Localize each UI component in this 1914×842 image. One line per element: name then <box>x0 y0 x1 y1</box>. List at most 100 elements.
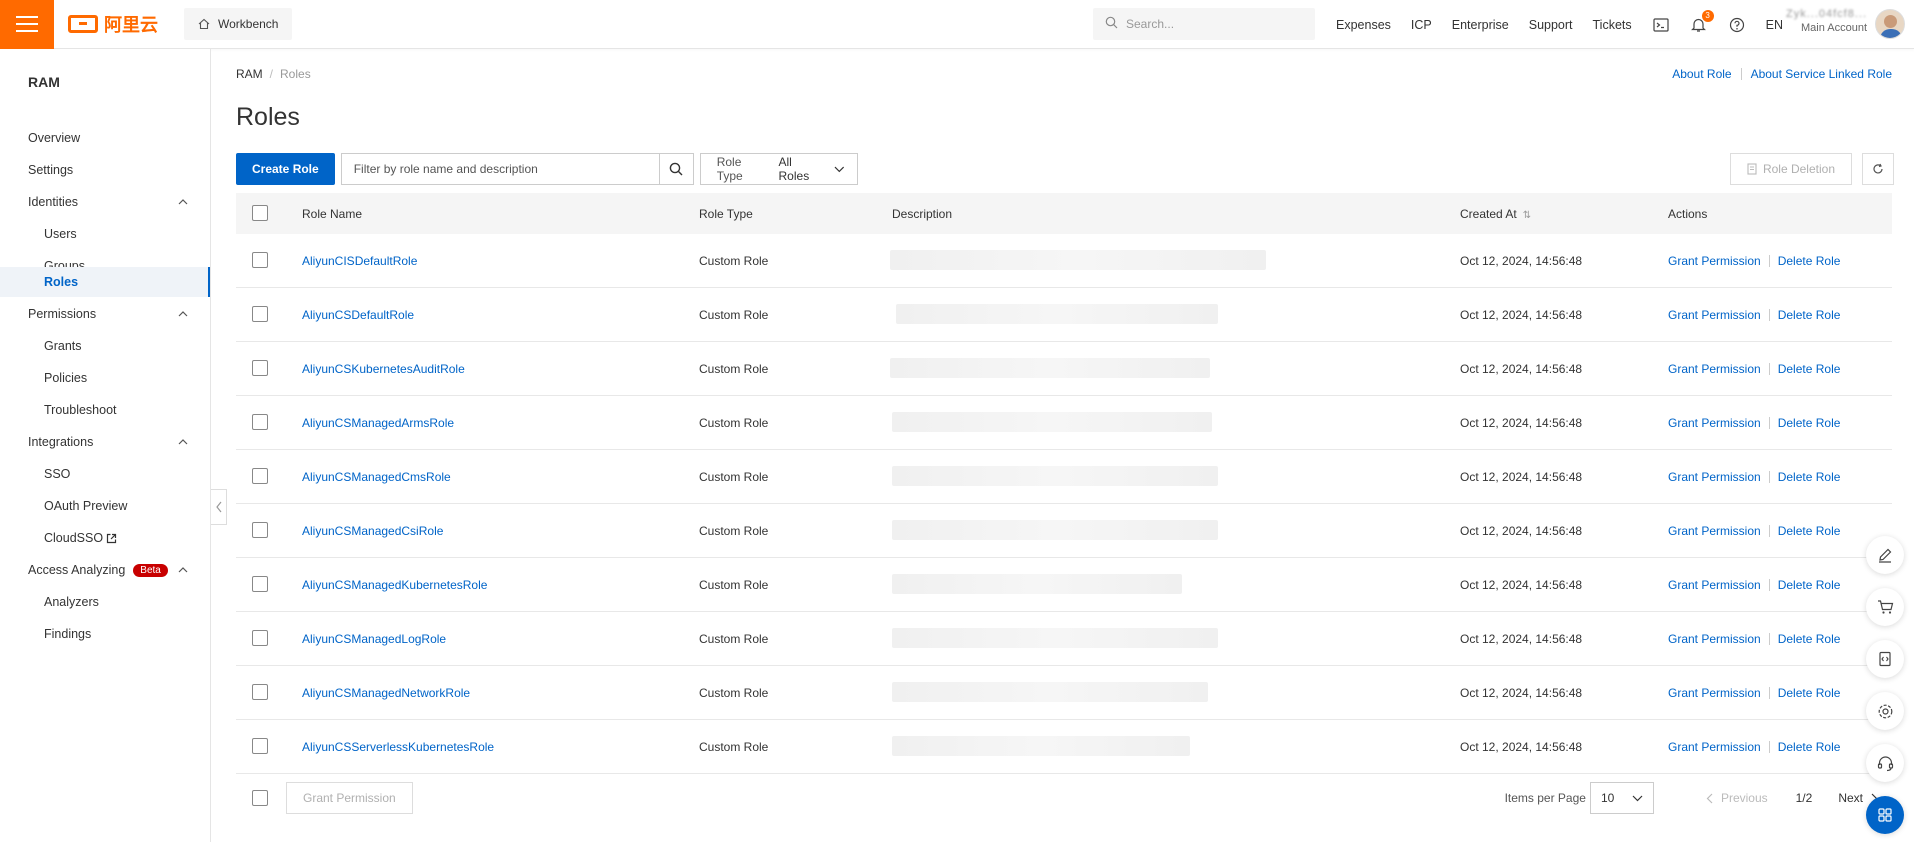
row-checkbox[interactable] <box>252 252 268 268</box>
role-filter-input[interactable] <box>341 154 659 184</box>
sidebar-item-grants[interactable]: Grants <box>0 332 210 360</box>
row-checkbox[interactable] <box>252 738 268 754</box>
search-button[interactable] <box>658 154 693 184</box>
grant-permission-link[interactable]: Grant Permission <box>1668 470 1761 484</box>
delete-role-link[interactable]: Delete Role <box>1778 362 1841 376</box>
role-type-select[interactable]: Role Type All Roles <box>699 153 858 185</box>
grant-permission-link[interactable]: Grant Permission <box>1668 740 1761 754</box>
role-name-link[interactable]: AliyunCSKubernetesAuditRole <box>302 362 465 376</box>
role-name-link[interactable]: AliyunCSManagedCsiRole <box>302 524 443 538</box>
grant-permission-link[interactable]: Grant Permission <box>1668 686 1761 700</box>
refresh-button[interactable] <box>1862 153 1894 185</box>
bell-icon[interactable]: 3 <box>1690 9 1714 34</box>
sidebar-item-overview[interactable]: Overview <box>0 124 210 152</box>
delete-role-link[interactable]: Delete Role <box>1778 524 1841 538</box>
row-checkbox[interactable] <box>252 576 268 592</box>
grant-permission-link[interactable]: Grant Permission <box>1668 254 1761 268</box>
sidebar-group-permissions[interactable]: Permissions <box>0 300 210 328</box>
document-code-icon[interactable] <box>1866 640 1904 678</box>
sidebar-group-integrations[interactable]: Integrations <box>0 428 210 456</box>
terminal-icon[interactable] <box>1652 16 1670 34</box>
grant-permission-link[interactable]: Grant Permission <box>1668 578 1761 592</box>
about-service-linked-role-link[interactable]: About Service Linked Role <box>1751 67 1892 81</box>
delete-role-link[interactable]: Delete Role <box>1778 308 1841 322</box>
sidebar-item-policies[interactable]: Policies <box>0 364 210 392</box>
delete-role-link[interactable]: Delete Role <box>1778 740 1841 754</box>
grant-permission-link[interactable]: Grant Permission <box>1668 362 1761 376</box>
role-name-link[interactable]: AliyunCSManagedLogRole <box>302 632 446 646</box>
role-name-link[interactable]: AliyunCSManagedCmsRole <box>302 470 451 484</box>
header-actions: Actions <box>1668 207 1708 221</box>
row-checkbox[interactable] <box>252 360 268 376</box>
delete-role-link[interactable]: Delete Role <box>1778 686 1841 700</box>
delete-role-link[interactable]: Delete Role <box>1778 416 1841 430</box>
help-icon[interactable] <box>1728 16 1746 34</box>
about-role-link[interactable]: About Role <box>1672 67 1731 81</box>
sidebar-item-analyzers[interactable]: Analyzers <box>0 588 210 616</box>
sidebar-group-identities[interactable]: Identities <box>0 188 210 216</box>
header-created-at[interactable]: Created At ⇅ <box>1460 207 1531 221</box>
role-name-link[interactable]: AliyunCSServerlessKubernetesRole <box>302 740 494 754</box>
role-name-link[interactable]: AliyunCSDefaultRole <box>302 308 414 322</box>
bulk-grant-permission-button[interactable]: Grant Permission <box>286 782 413 814</box>
workbench-button[interactable]: Workbench <box>184 8 293 40</box>
nav-icp[interactable]: ICP <box>1411 18 1432 32</box>
sidebar-item-troubleshoot[interactable]: Troubleshoot <box>0 396 210 424</box>
sidebar-collapse-toggle[interactable] <box>211 489 227 525</box>
role-name-link[interactable]: AliyunCSManagedArmsRole <box>302 416 454 430</box>
role-deletion-label: Role Deletion <box>1762 162 1835 176</box>
delete-role-link[interactable]: Delete Role <box>1778 632 1841 646</box>
row-checkbox[interactable] <box>252 630 268 646</box>
settings-icon[interactable] <box>1866 692 1904 730</box>
menu-icon[interactable] <box>0 0 54 49</box>
items-per-page-select[interactable]: 10 <box>1589 782 1654 814</box>
apps-grid-icon[interactable] <box>1866 796 1904 834</box>
select-all-checkbox[interactable] <box>252 205 268 221</box>
sidebar-item-users[interactable]: Users <box>0 220 210 248</box>
grant-permission-link[interactable]: Grant Permission <box>1668 632 1761 646</box>
create-role-button[interactable]: Create Role <box>236 153 335 185</box>
sidebar-item-sso[interactable]: SSO <box>0 460 210 488</box>
delete-role-link[interactable]: Delete Role <box>1778 254 1841 268</box>
role-name-link[interactable]: AliyunCISDefaultRole <box>302 254 417 268</box>
sort-icon[interactable]: ⇅ <box>1523 210 1531 221</box>
sidebar-item-cloudsso[interactable]: CloudSSO <box>0 524 210 552</box>
delete-role-link[interactable]: Delete Role <box>1778 470 1841 484</box>
breadcrumb-ram[interactable]: RAM <box>236 67 263 81</box>
cart-icon[interactable] <box>1866 588 1904 626</box>
headset-icon[interactable] <box>1866 744 1904 782</box>
account-info[interactable]: Zyk...04fcf8... Main Account <box>1786 7 1867 35</box>
grant-permission-link[interactable]: Grant Permission <box>1668 524 1761 538</box>
role-deletion-button[interactable]: Role Deletion <box>1729 153 1852 185</box>
language-switch[interactable]: EN <box>1766 18 1783 32</box>
nav-tickets[interactable]: Tickets <box>1593 18 1632 32</box>
items-per-page-label: Items per Page <box>1504 791 1586 805</box>
role-type-value: All Roles <box>778 155 810 183</box>
role-name-link[interactable]: AliyunCSManagedNetworkRole <box>302 686 470 700</box>
grant-permission-link[interactable]: Grant Permission <box>1668 308 1761 322</box>
nav-support[interactable]: Support <box>1529 18 1573 32</box>
brand-logo[interactable]: 阿里云 <box>68 11 158 37</box>
row-checkbox[interactable] <box>252 522 268 538</box>
row-checkbox[interactable] <box>252 306 268 322</box>
previous-page-button[interactable]: Previous <box>1706 791 1768 805</box>
footer-select-checkbox[interactable] <box>252 790 268 806</box>
sidebar-group-access-analyzing[interactable]: Access Analyzing Beta <box>0 556 210 584</box>
row-checkbox[interactable] <box>252 684 268 700</box>
nav-enterprise[interactable]: Enterprise <box>1452 18 1509 32</box>
avatar[interactable] <box>1875 9 1905 39</box>
row-checkbox[interactable] <box>252 468 268 484</box>
nav-expenses[interactable]: Expenses <box>1336 18 1391 32</box>
sidebar-item-oauth-preview[interactable]: OAuth Preview <box>0 492 210 520</box>
delete-role-link[interactable]: Delete Role <box>1778 578 1841 592</box>
top-nav: Expenses ICP Enterprise Support Tickets … <box>1336 0 1783 49</box>
grant-permission-link[interactable]: Grant Permission <box>1668 416 1761 430</box>
edit-icon[interactable] <box>1866 536 1904 574</box>
sidebar-item-settings[interactable]: Settings <box>0 156 210 184</box>
global-search[interactable]: Search... <box>1093 8 1315 40</box>
sidebar-item-roles[interactable]: Roles <box>0 267 210 297</box>
row-checkbox[interactable] <box>252 414 268 430</box>
table-row: AliyunCSKubernetesAuditRole Custom Role Oc… <box>236 342 1892 396</box>
sidebar-item-findings[interactable]: Findings <box>0 620 210 648</box>
role-name-link[interactable]: AliyunCSManagedKubernetesRole <box>302 578 487 592</box>
